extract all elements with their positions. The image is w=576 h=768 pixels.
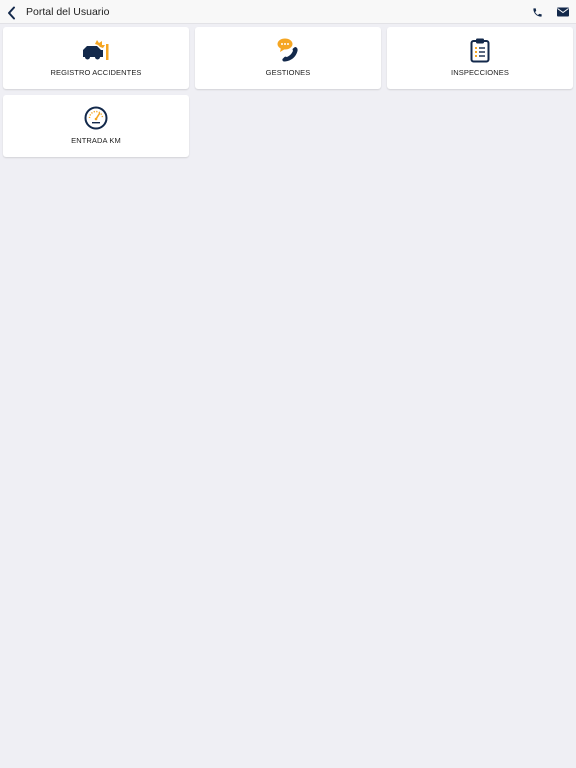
- tile-entrada-km[interactable]: ENTRADA KM: [3, 95, 189, 157]
- phone-icon: [532, 7, 542, 17]
- tile-inspecciones[interactable]: INSPECCIONES: [387, 27, 573, 89]
- header-actions: [530, 5, 570, 19]
- tile-label: GESTIONES: [265, 68, 311, 77]
- phone-chat-icon: [273, 37, 303, 63]
- tile-label: INSPECCIONES: [451, 68, 509, 77]
- top-navigation-bar: Portal del Usuario: [0, 0, 576, 24]
- chevron-left-icon: [7, 6, 15, 19]
- tile-label: REGISTRO ACCIDENTES: [50, 68, 142, 77]
- tile-gestiones[interactable]: GESTIONES: [195, 27, 381, 89]
- envelope-icon: [557, 7, 569, 17]
- clipboard-checklist-icon: [465, 37, 495, 63]
- back-button[interactable]: [3, 4, 19, 21]
- car-crash-icon: [81, 37, 111, 63]
- page-title: Portal del Usuario: [26, 6, 110, 18]
- tile-registro-accidentes[interactable]: REGISTRO ACCIDENTES: [3, 27, 189, 89]
- speedometer-icon: [81, 105, 111, 131]
- app-window: Portal del Usuario REGISTRO ACCIDENTES G…: [0, 0, 576, 768]
- email-button[interactable]: [556, 5, 570, 19]
- phone-button[interactable]: [530, 5, 544, 19]
- tile-label: ENTRADA KM: [71, 136, 121, 145]
